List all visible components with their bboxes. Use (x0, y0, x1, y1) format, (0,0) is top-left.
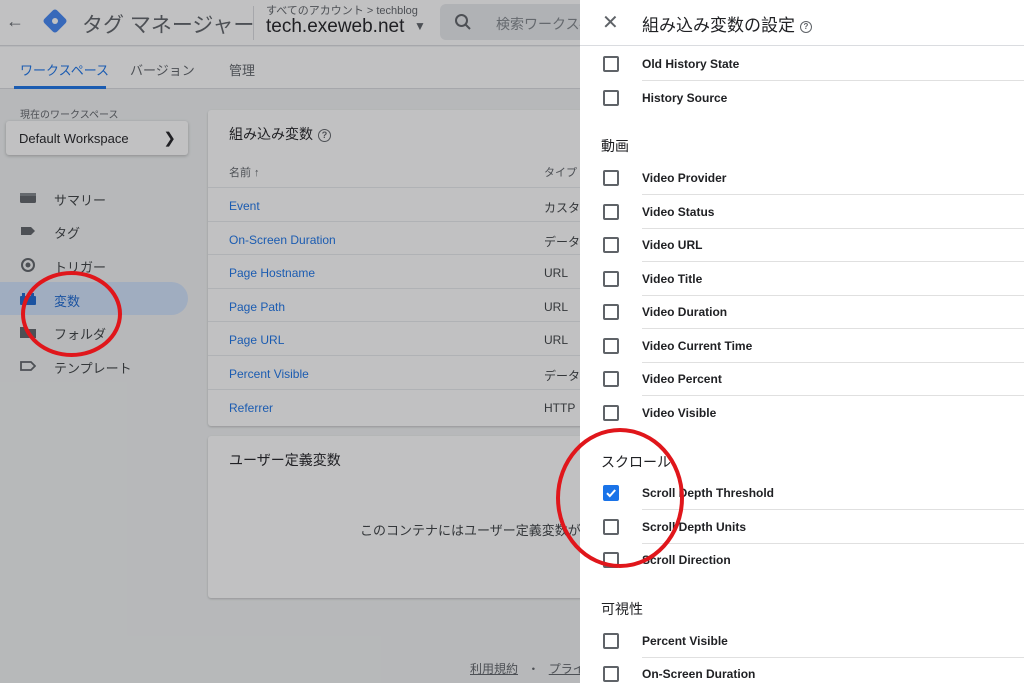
checkbox-label: Video Percent (642, 372, 722, 386)
checkbox-row[interactable]: Video URL (580, 228, 1024, 262)
checkbox[interactable] (603, 633, 619, 649)
checkbox-label: Video Provider (642, 171, 727, 185)
close-icon[interactable]: ✕ (602, 10, 619, 35)
checkbox-row[interactable]: Video Provider (580, 161, 1024, 195)
checkbox[interactable] (603, 666, 619, 682)
panel-header: ✕ 組み込み変数の設定? (580, 0, 1024, 46)
checkbox[interactable] (603, 170, 619, 186)
checkbox[interactable] (603, 405, 619, 421)
checkbox[interactable] (603, 304, 619, 320)
checkbox[interactable] (603, 338, 619, 354)
checkbox[interactable] (603, 271, 619, 287)
checkbox-label: Percent Visible (642, 634, 728, 648)
checkbox-label: Video Title (642, 272, 703, 286)
checkbox-row[interactable]: On-Screen Duration (580, 657, 1024, 683)
checkbox[interactable] (603, 237, 619, 253)
checkbox-row[interactable]: Video Percent (580, 362, 1024, 396)
checkbox[interactable] (603, 90, 619, 106)
checkbox-label: Old History State (642, 57, 740, 71)
annotation-circle-scroll (556, 428, 684, 568)
checkbox-row[interactable]: Video Current Time (580, 329, 1024, 363)
checkbox[interactable] (603, 371, 619, 387)
builtin-variables-config-panel: ✕ 組み込み変数の設定? Old History State History S… (580, 0, 1024, 683)
section-heading-video: 動画 (601, 138, 629, 154)
checkbox-row[interactable]: Video Status (580, 195, 1024, 229)
checkbox-row[interactable]: Video Title (580, 262, 1024, 296)
checkbox-row[interactable]: Video Visible (580, 396, 1024, 430)
checkbox[interactable] (603, 204, 619, 220)
checkbox-label: Video Duration (642, 305, 728, 319)
checkbox-row[interactable]: Percent Visible (580, 624, 1024, 658)
annotation-circle-variables (21, 271, 122, 357)
checkbox-label: Video Status (642, 205, 715, 219)
panel-title: 組み込み変数の設定? (642, 11, 812, 36)
checkbox-label: Video URL (642, 238, 703, 252)
checkbox-row[interactable]: Video Duration (580, 295, 1024, 329)
checkbox-row[interactable]: History Source (580, 81, 1024, 115)
checkbox-label: Video Current Time (642, 339, 753, 353)
section-heading-visibility: 可視性 (601, 601, 643, 617)
checkbox-row[interactable]: Old History State (580, 47, 1024, 81)
checkbox[interactable] (603, 56, 619, 72)
checkbox-label: Video Visible (642, 406, 717, 420)
checkbox-label: History Source (642, 91, 728, 105)
help-icon[interactable]: ? (800, 20, 812, 33)
checkbox-label: On-Screen Duration (642, 667, 756, 681)
